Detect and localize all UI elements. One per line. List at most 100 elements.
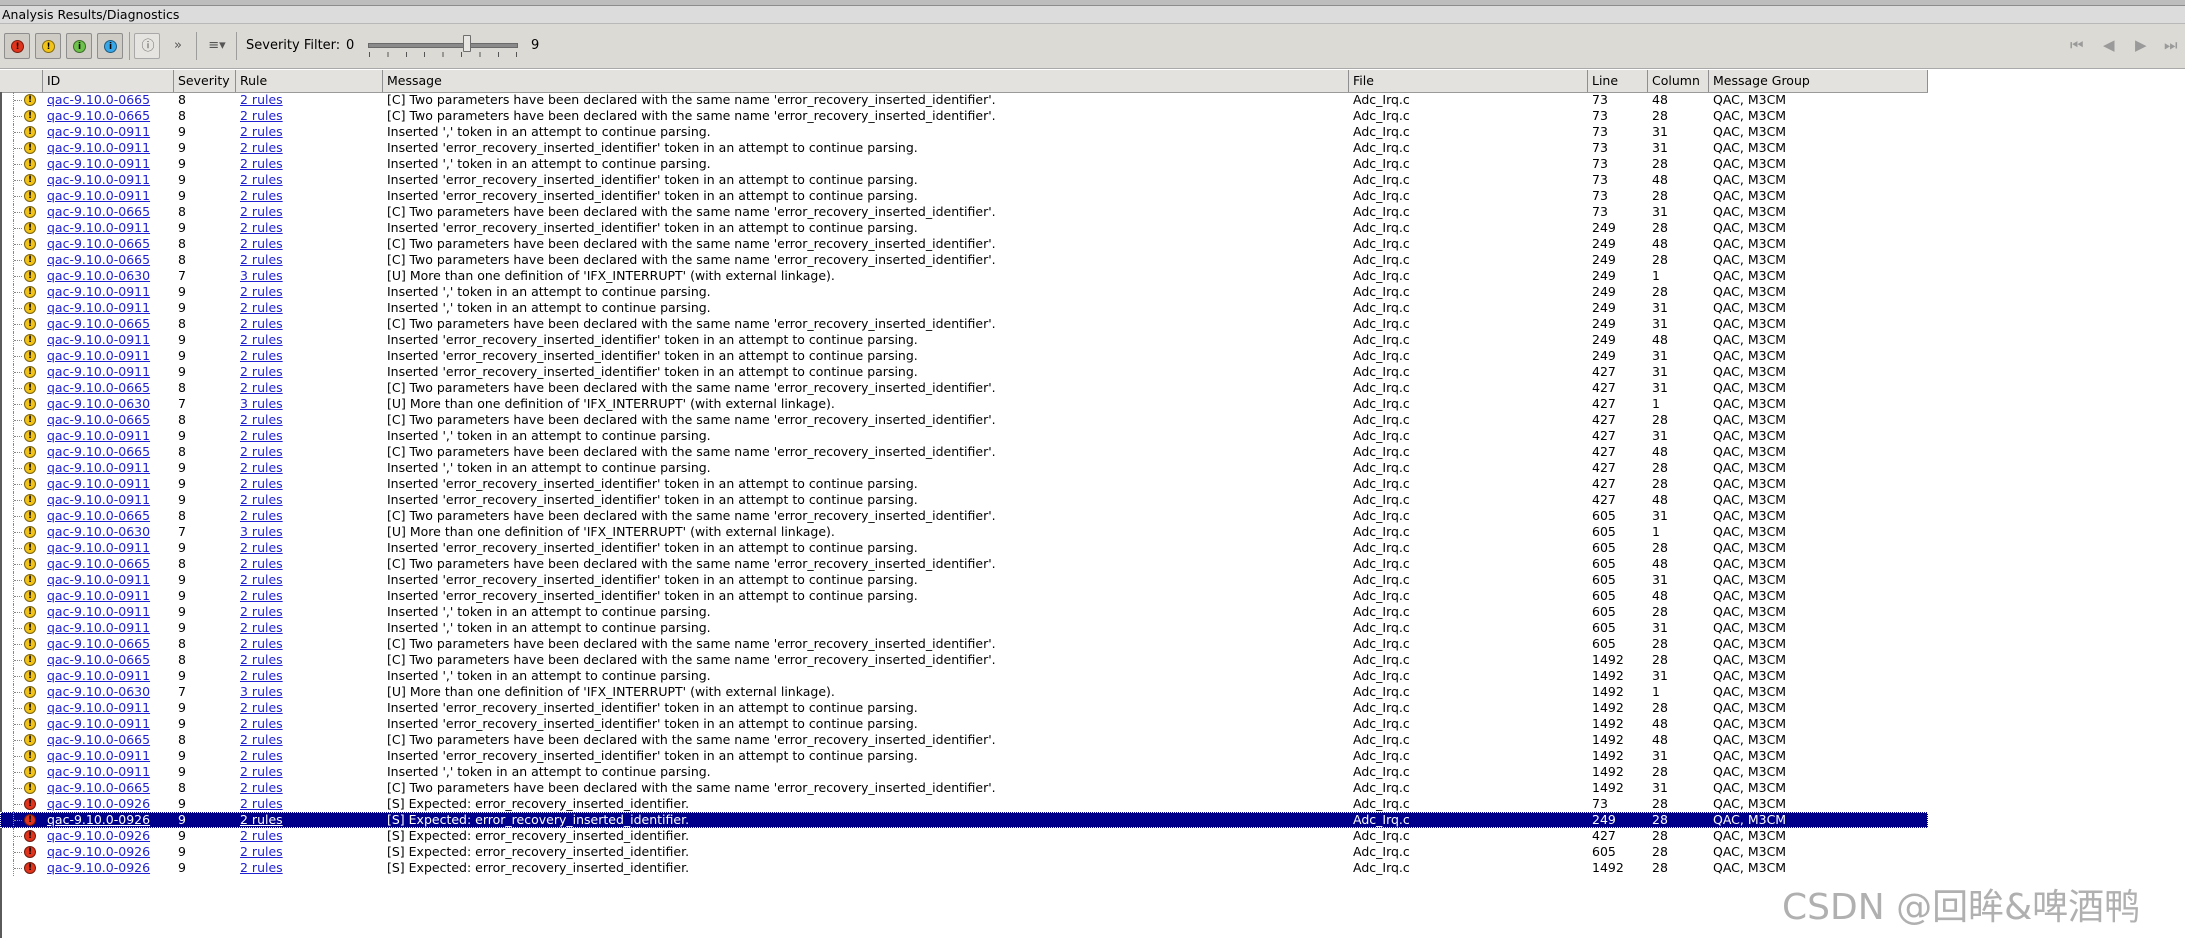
table-row[interactable]: ! qac-9.10.0-0911 9 2 rules Inserted 'error_…: [0, 492, 1928, 508]
table-row[interactable]: ! qac-9.10.0-0926 9 2 rules [S] Expected: er…: [0, 844, 1928, 860]
id-link[interactable]: qac-9.10.0-0911: [47, 300, 150, 315]
id-link[interactable]: qac-9.10.0-0911: [47, 540, 150, 555]
rule-cell[interactable]: 2 rules: [236, 556, 383, 572]
id-link[interactable]: qac-9.10.0-0926: [47, 812, 150, 827]
rule-cell[interactable]: 2 rules: [236, 748, 383, 764]
more-options-icon[interactable]: »: [165, 33, 191, 59]
rule-link[interactable]: 2 rules: [240, 828, 283, 843]
id-link[interactable]: qac-9.10.0-0665: [47, 380, 150, 395]
id-cell[interactable]: qac-9.10.0-0665: [43, 444, 174, 460]
id-cell[interactable]: qac-9.10.0-0665: [43, 508, 174, 524]
id-link[interactable]: qac-9.10.0-0665: [47, 108, 150, 123]
rule-link[interactable]: 2 rules: [240, 764, 283, 779]
table-row[interactable]: ! qac-9.10.0-0630 7 3 rules [U] More than on…: [0, 684, 1928, 700]
id-link[interactable]: qac-9.10.0-0911: [47, 220, 150, 235]
rule-cell[interactable]: 2 rules: [236, 572, 383, 588]
id-link[interactable]: qac-9.10.0-0926: [47, 828, 150, 843]
id-cell[interactable]: qac-9.10.0-0665: [43, 204, 174, 220]
id-link[interactable]: qac-9.10.0-0630: [47, 524, 150, 539]
id-cell[interactable]: qac-9.10.0-0665: [43, 92, 174, 108]
rule-cell[interactable]: 2 rules: [236, 764, 383, 780]
rule-cell[interactable]: 2 rules: [236, 172, 383, 188]
id-cell[interactable]: qac-9.10.0-0665: [43, 380, 174, 396]
table-row[interactable]: ! qac-9.10.0-0911 9 2 rules Inserted ',' tok…: [0, 764, 1928, 780]
table-row[interactable]: ! qac-9.10.0-0926 9 2 rules [S] Expected: er…: [0, 828, 1928, 844]
rule-link[interactable]: 2 rules: [240, 604, 283, 619]
id-link[interactable]: qac-9.10.0-0911: [47, 604, 150, 619]
previous-icon[interactable]: ◀: [2103, 36, 2115, 54]
rule-cell[interactable]: 2 rules: [236, 652, 383, 668]
id-link[interactable]: qac-9.10.0-0911: [47, 588, 150, 603]
id-link[interactable]: qac-9.10.0-0926: [47, 796, 150, 811]
table-row[interactable]: ! qac-9.10.0-0665 8 2 rules [C] Two paramete…: [0, 732, 1928, 748]
rule-link[interactable]: 2 rules: [240, 860, 283, 875]
table-row[interactable]: ! qac-9.10.0-0911 9 2 rules Inserted ',' tok…: [0, 604, 1928, 620]
id-link[interactable]: qac-9.10.0-0665: [47, 316, 150, 331]
id-cell[interactable]: qac-9.10.0-0911: [43, 172, 174, 188]
rule-cell[interactable]: 2 rules: [236, 428, 383, 444]
id-cell[interactable]: qac-9.10.0-0911: [43, 476, 174, 492]
rule-cell[interactable]: 2 rules: [236, 252, 383, 268]
id-link[interactable]: qac-9.10.0-0665: [47, 732, 150, 747]
rule-link[interactable]: 2 rules: [240, 844, 283, 859]
id-link[interactable]: qac-9.10.0-0911: [47, 364, 150, 379]
table-row[interactable]: ! qac-9.10.0-0911 9 2 rules Inserted 'error_…: [0, 572, 1928, 588]
rule-cell[interactable]: 2 rules: [236, 540, 383, 556]
rule-cell[interactable]: 2 rules: [236, 108, 383, 124]
id-link[interactable]: qac-9.10.0-0665: [47, 204, 150, 219]
table-row[interactable]: ! qac-9.10.0-0911 9 2 rules Inserted ',' tok…: [0, 668, 1928, 684]
rule-cell[interactable]: 3 rules: [236, 268, 383, 284]
id-link[interactable]: qac-9.10.0-0911: [47, 172, 150, 187]
rule-cell[interactable]: 2 rules: [236, 156, 383, 172]
id-cell[interactable]: qac-9.10.0-0665: [43, 636, 174, 652]
id-cell[interactable]: qac-9.10.0-0911: [43, 364, 174, 380]
id-cell[interactable]: qac-9.10.0-0665: [43, 780, 174, 796]
id-link[interactable]: qac-9.10.0-0665: [47, 556, 150, 571]
info-filter-button[interactable]: i: [66, 33, 92, 59]
id-link[interactable]: qac-9.10.0-0911: [47, 124, 150, 139]
rule-cell[interactable]: 2 rules: [236, 332, 383, 348]
id-link[interactable]: qac-9.10.0-0911: [47, 284, 150, 299]
next-icon[interactable]: ▶: [2135, 36, 2147, 54]
table-row[interactable]: ! qac-9.10.0-0926 9 2 rules [S] Expected: er…: [0, 812, 1928, 828]
table-row[interactable]: ! qac-9.10.0-0911 9 2 rules Inserted ',' tok…: [0, 428, 1928, 444]
id-cell[interactable]: qac-9.10.0-0911: [43, 188, 174, 204]
header-column[interactable]: Column: [1648, 70, 1709, 92]
id-link[interactable]: qac-9.10.0-0926: [47, 844, 150, 859]
header-line[interactable]: Line: [1588, 70, 1648, 92]
suppressed-filter-button[interactable]: ⓘ: [134, 33, 160, 59]
rule-link[interactable]: 2 rules: [240, 92, 283, 107]
id-cell[interactable]: qac-9.10.0-0926: [43, 812, 174, 828]
header-severity[interactable]: Severity: [174, 70, 236, 92]
table-row[interactable]: ! qac-9.10.0-0665 8 2 rules [C] Two paramete…: [0, 636, 1928, 652]
rule-cell[interactable]: 2 rules: [236, 780, 383, 796]
table-row[interactable]: ! qac-9.10.0-0911 9 2 rules Inserted 'error_…: [0, 700, 1928, 716]
rule-link[interactable]: 2 rules: [240, 124, 283, 139]
rule-link[interactable]: 2 rules: [240, 316, 283, 331]
rule-link[interactable]: 2 rules: [240, 428, 283, 443]
id-link[interactable]: qac-9.10.0-0911: [47, 428, 150, 443]
rule-cell[interactable]: 2 rules: [236, 732, 383, 748]
rule-link[interactable]: 2 rules: [240, 636, 283, 651]
header-id[interactable]: ID: [43, 70, 174, 92]
id-link[interactable]: qac-9.10.0-0911: [47, 476, 150, 491]
rule-link[interactable]: 2 rules: [240, 284, 283, 299]
table-row[interactable]: ! qac-9.10.0-0630 7 3 rules [U] More than on…: [0, 268, 1928, 284]
id-cell[interactable]: qac-9.10.0-0665: [43, 556, 174, 572]
rule-cell[interactable]: 2 rules: [236, 284, 383, 300]
rule-link[interactable]: 2 rules: [240, 620, 283, 635]
table-row[interactable]: ! qac-9.10.0-0665 8 2 rules [C] Two paramete…: [0, 412, 1928, 428]
note-filter-button[interactable]: i: [97, 33, 123, 59]
rule-cell[interactable]: 2 rules: [236, 604, 383, 620]
id-link[interactable]: qac-9.10.0-0911: [47, 620, 150, 635]
header-file[interactable]: File: [1349, 70, 1588, 92]
rule-link[interactable]: 2 rules: [240, 780, 283, 795]
table-row[interactable]: ! qac-9.10.0-0665 8 2 rules [C] Two paramete…: [0, 316, 1928, 332]
rule-cell[interactable]: 2 rules: [236, 236, 383, 252]
id-link[interactable]: qac-9.10.0-0911: [47, 492, 150, 507]
id-cell[interactable]: qac-9.10.0-0911: [43, 572, 174, 588]
rule-cell[interactable]: 3 rules: [236, 524, 383, 540]
rule-link[interactable]: 2 rules: [240, 668, 283, 683]
table-row[interactable]: ! qac-9.10.0-0665 8 2 rules [C] Two paramete…: [0, 380, 1928, 396]
rule-cell[interactable]: 2 rules: [236, 460, 383, 476]
